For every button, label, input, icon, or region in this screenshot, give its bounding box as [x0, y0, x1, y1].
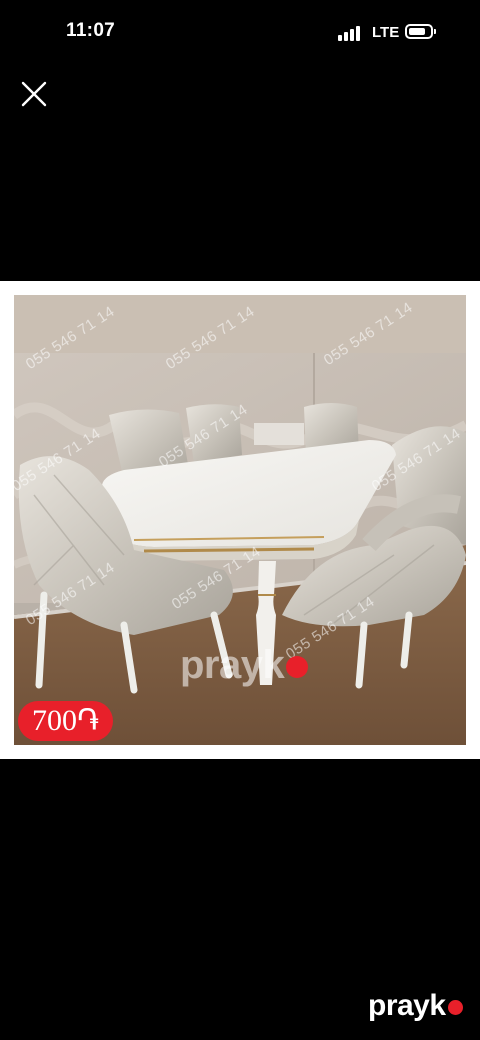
status-time: 11:07 [66, 20, 116, 41]
brand-dot-icon [447, 1000, 463, 1015]
status-bar: 11:07 LTE [0, 0, 480, 64]
brand-dot-icon [286, 656, 309, 678]
battery-icon [405, 24, 436, 39]
close-icon [21, 81, 47, 107]
signal-bars-icon [338, 25, 364, 41]
photo-brand-watermark: prayk [180, 643, 309, 688]
brand-logo: prayk [368, 989, 463, 1023]
close-button[interactable] [18, 78, 50, 110]
network-type: LTE [372, 24, 400, 41]
price-badge: 700֏ [18, 701, 114, 741]
